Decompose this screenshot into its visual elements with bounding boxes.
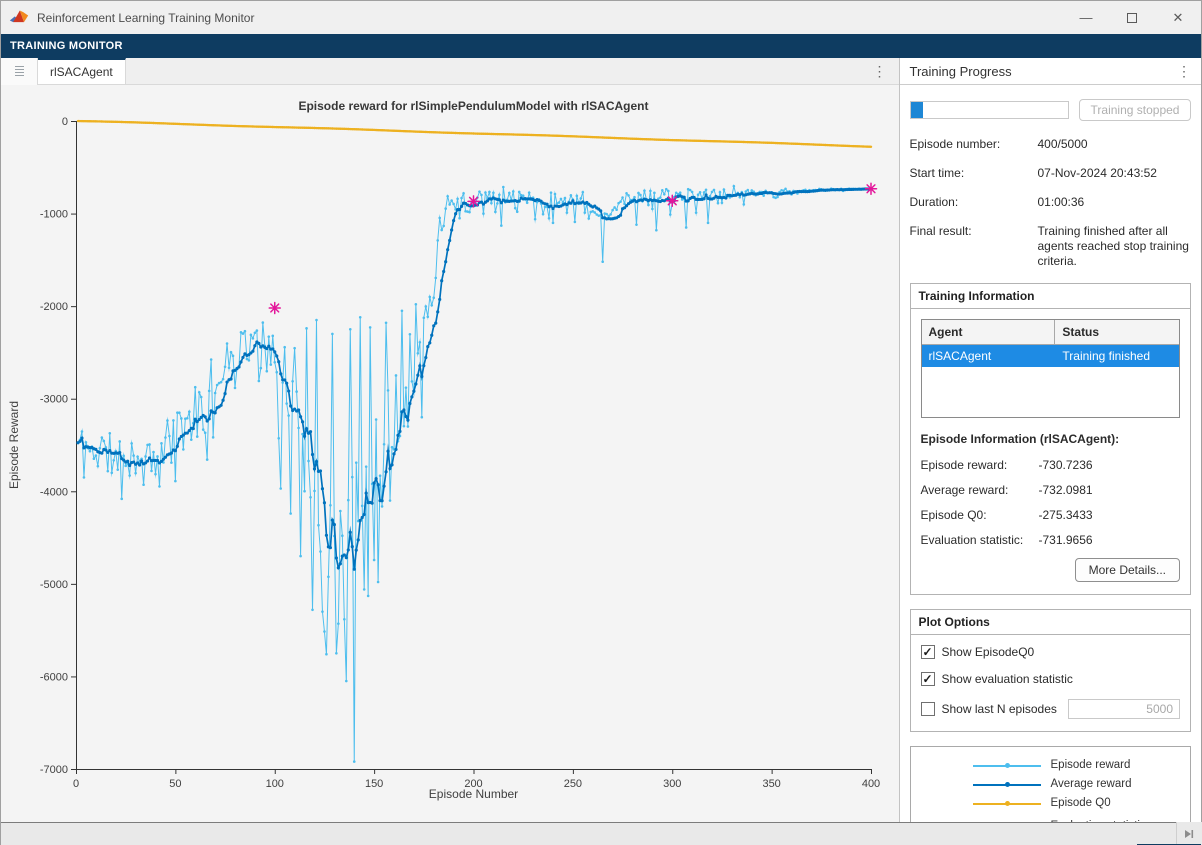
episode-q0-marker-icon bbox=[973, 797, 1041, 811]
toolstrip: TRAINING MONITOR bbox=[1, 34, 1201, 58]
column-header-status[interactable]: Status bbox=[1055, 320, 1179, 344]
panel-header: Training Progress ⋮ bbox=[900, 58, 1202, 85]
tab-strip-handle[interactable] bbox=[1, 58, 38, 85]
option-show-evaluation-statistic: ✓ Show evaluation statistic bbox=[921, 672, 1181, 686]
field-episode-number: Episode number: 400/5000 bbox=[910, 137, 1192, 152]
statusbar-divider bbox=[1, 822, 1176, 823]
matlab-logo-icon bbox=[9, 9, 29, 27]
training-information-title: Training Information bbox=[911, 284, 1191, 309]
chart-title: Episode reward for rlSimplePendulumModel… bbox=[76, 99, 871, 113]
field-final-result: Final result: Training finished after al… bbox=[910, 224, 1192, 269]
panel-title: Training Progress bbox=[910, 64, 1012, 79]
chart-ylabel: Episode Reward bbox=[7, 385, 21, 505]
legend-label: Episode Q0 bbox=[1051, 796, 1111, 811]
field-value: 400/5000 bbox=[1038, 137, 1190, 152]
evaluation-statistic-row: Evaluation statistic: -731.9656 bbox=[921, 533, 1181, 547]
document-area: rlSACAgent ⋮ Episode reward for rlSimple… bbox=[1, 58, 899, 822]
field-value: Training finished after all agents reach… bbox=[1038, 224, 1190, 269]
statusbar-vertical-divider bbox=[1176, 822, 1177, 845]
table-empty-area bbox=[922, 367, 1180, 417]
pair-label: Evaluation statistic: bbox=[921, 533, 1039, 547]
last-n-episodes-input[interactable] bbox=[1068, 699, 1180, 719]
episode-information-title: Episode Information (rlSACAgent): bbox=[921, 432, 1181, 446]
document-menu-button[interactable]: ⋮ bbox=[873, 58, 887, 85]
option-label: Show EpisodeQ0 bbox=[942, 645, 1035, 659]
training-figure: Episode reward for rlSimplePendulumModel… bbox=[1, 86, 900, 822]
legend-item-episode-q0: Episode Q0 bbox=[911, 794, 1191, 813]
average-reward-row: Average reward: -732.0981 bbox=[921, 483, 1181, 497]
legend-item-episode-reward: Episode reward bbox=[911, 756, 1191, 775]
show-evaluation-statistic-checkbox[interactable]: ✓ bbox=[921, 672, 935, 686]
grip-icon bbox=[15, 66, 24, 77]
pair-label: Average reward: bbox=[921, 483, 1039, 497]
pair-value: -275.3433 bbox=[1039, 508, 1093, 522]
plot-options-group: Plot Options ✓ Show EpisodeQ0 ✓ Show eva… bbox=[910, 609, 1192, 732]
tab-rlsacagent[interactable]: rlSACAgent bbox=[38, 58, 126, 84]
pair-label: Episode reward: bbox=[921, 458, 1039, 472]
option-show-episodeq0: ✓ Show EpisodeQ0 bbox=[921, 645, 1181, 659]
field-label: Episode number: bbox=[910, 137, 1038, 152]
pair-label: Episode Q0: bbox=[921, 508, 1039, 522]
plot-options-title: Plot Options bbox=[911, 610, 1191, 635]
chart-xlabel: Episode Number bbox=[76, 787, 871, 801]
maximize-icon bbox=[1127, 13, 1137, 23]
table-row[interactable]: rlSACAgent Training finished bbox=[922, 345, 1180, 367]
maximize-button[interactable] bbox=[1109, 1, 1155, 34]
table-header: Agent Status bbox=[922, 320, 1180, 345]
option-label: Show evaluation statistic bbox=[942, 672, 1073, 686]
legend-label: Episode reward bbox=[1051, 758, 1131, 773]
pair-value: -732.0981 bbox=[1039, 483, 1093, 497]
agent-status-table: Agent Status rlSACAgent Training finishe… bbox=[921, 319, 1181, 418]
cell-agent: rlSACAgent bbox=[922, 345, 1056, 367]
episode-reward-row: Episode reward: -730.7236 bbox=[921, 458, 1181, 472]
close-button[interactable]: ✕ bbox=[1155, 1, 1201, 34]
app-window: Reinforcement Learning Training Monitor … bbox=[0, 0, 1202, 845]
option-show-last-n-episodes: Show last N episodes bbox=[921, 699, 1181, 719]
legend-item-average-reward: Average reward bbox=[911, 775, 1191, 794]
field-value: 01:00:36 bbox=[1038, 195, 1190, 210]
pair-value: -730.7236 bbox=[1039, 458, 1093, 472]
field-start-time: Start time: 07-Nov-2024 20:43:52 bbox=[910, 166, 1192, 181]
column-header-agent[interactable]: Agent bbox=[922, 320, 1056, 344]
progress-fill bbox=[911, 102, 924, 118]
show-episodeq0-checkbox[interactable]: ✓ bbox=[921, 645, 935, 659]
field-label: Start time: bbox=[910, 166, 1038, 181]
training-information-group: Training Information Agent Status rlSACA… bbox=[910, 283, 1192, 595]
show-last-n-episodes-checkbox[interactable] bbox=[921, 702, 935, 716]
titlebar: Reinforcement Learning Training Monitor … bbox=[1, 1, 1201, 34]
toolstrip-tab-training-monitor[interactable]: TRAINING MONITOR bbox=[10, 40, 123, 52]
training-progress-panel: Training Progress ⋮ Training stopped Epi… bbox=[899, 58, 1202, 822]
panel-menu-button[interactable]: ⋮ bbox=[1177, 63, 1191, 80]
field-value: 07-Nov-2024 20:43:52 bbox=[1038, 166, 1190, 181]
training-chart bbox=[1, 86, 900, 822]
minimize-button[interactable]: — bbox=[1063, 1, 1109, 34]
field-label: Final result: bbox=[910, 224, 1038, 269]
average-reward-marker-icon bbox=[973, 778, 1041, 792]
window-controls: — ✕ bbox=[1063, 1, 1201, 34]
episode-q0-row: Episode Q0: -275.3433 bbox=[921, 508, 1181, 522]
option-label: Show last N episodes bbox=[942, 702, 1057, 716]
panel-body: Training stopped Episode number: 400/500… bbox=[900, 85, 1202, 845]
expand-panel-icon bbox=[1183, 828, 1195, 840]
progress-bar bbox=[910, 101, 1070, 119]
more-details-button[interactable]: More Details... bbox=[1075, 558, 1180, 582]
pair-value: -731.9656 bbox=[1039, 533, 1093, 547]
training-information-body: Agent Status rlSACAgent Training finishe… bbox=[911, 309, 1191, 594]
expand-panel-button[interactable] bbox=[1180, 826, 1198, 842]
document-tabbar: rlSACAgent ⋮ bbox=[1, 58, 899, 85]
window-title: Reinforcement Learning Training Monitor bbox=[37, 11, 254, 25]
progress-row: Training stopped bbox=[910, 99, 1192, 121]
bottom-statusbar bbox=[1, 822, 1202, 845]
cell-status: Training finished bbox=[1055, 345, 1179, 367]
plot-options-body: ✓ Show EpisodeQ0 ✓ Show evaluation stati… bbox=[911, 635, 1191, 731]
field-duration: Duration: 01:00:36 bbox=[910, 195, 1192, 210]
field-label: Duration: bbox=[910, 195, 1038, 210]
main-area: rlSACAgent ⋮ Episode reward for rlSimple… bbox=[1, 58, 1201, 822]
episode-reward-marker-icon bbox=[973, 759, 1041, 773]
legend-label: Average reward bbox=[1051, 777, 1132, 792]
training-stopped-button: Training stopped bbox=[1079, 99, 1191, 121]
